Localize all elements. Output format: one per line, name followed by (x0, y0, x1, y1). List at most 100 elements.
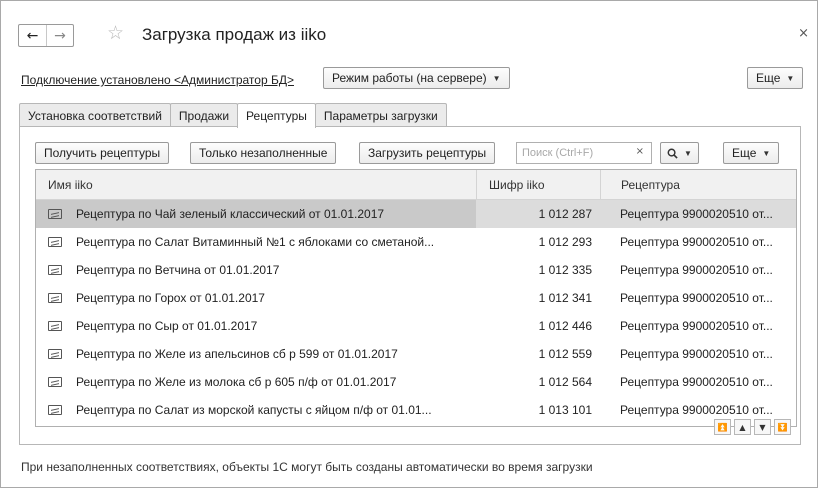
forward-button[interactable]: → (46, 25, 73, 46)
cell-iiko-code: 1 013 101 (538, 403, 592, 417)
cell-iiko-name: Рецептура по Горох от 01.01.2017 (36, 284, 476, 312)
table-more-button[interactable]: Еще ▼ (723, 142, 780, 164)
table-row[interactable]: Рецептура по Желе из апельсинов сб р 599… (36, 340, 796, 368)
table-more-label: Еще (732, 146, 757, 160)
column-header-iiko-name[interactable]: Имя iiko (36, 170, 476, 200)
navigation-buttons: ← → (18, 24, 74, 47)
get-recipes-label: Получить рецептуры (44, 146, 161, 160)
scroll-down-button[interactable]: ▼ (754, 419, 771, 435)
cell-iiko-code: 1 012 335 (538, 263, 592, 277)
search-field: × (516, 142, 652, 164)
chevron-down-icon: ▼ (684, 148, 692, 158)
only-unfilled-button[interactable]: Только незаполненные (190, 142, 337, 164)
arrow-right-icon: → (54, 27, 66, 44)
cell-recipe: Рецептура 9900020510 от... (620, 319, 773, 333)
scroll-down-icon: ▼ (759, 422, 766, 432)
footer-note: При незаполненных соответствиях, объекты… (21, 460, 593, 474)
tab-recipes[interactable]: Рецептуры (237, 103, 316, 128)
tab-load-params[interactable]: Параметры загрузки (314, 103, 447, 127)
cell-iiko-code: 1 012 293 (538, 235, 592, 249)
scroll-last-button[interactable]: ⏬ (774, 419, 791, 435)
load-recipes-label: Загрузить рецептуры (368, 146, 487, 160)
cell-text: Рецептура по Салат из морской капусты с … (76, 403, 432, 417)
tab-label: Параметры загрузки (323, 108, 438, 123)
tab-mappings[interactable]: Установка соответствий (19, 103, 171, 127)
arrow-left-icon: ← (26, 27, 39, 44)
table-row[interactable]: Рецептура по Сыр от 01.01.2017 1 012 446 Р… (36, 312, 796, 340)
recipe-icon (48, 209, 62, 219)
more-button[interactable]: Еще ▼ (747, 67, 804, 89)
clear-icon[interactable]: × (636, 146, 644, 157)
work-mode-label: Режим работы (на сервере) (332, 71, 487, 85)
cell-recipe: Рецептура 9900020510 от... (620, 291, 773, 305)
recipe-icon (48, 321, 62, 331)
cell-text: Рецептура по Сыр от 01.01.2017 (76, 319, 258, 333)
cell-text: Рецептура по Чай зеленый классический от… (76, 207, 385, 221)
table-row[interactable]: Рецептура по Салат Витаминный №1 с яблок… (36, 228, 796, 256)
table-row[interactable]: Рецептура по Салат из морской капусты с … (36, 396, 796, 424)
cell-iiko-code: 1 012 341 (538, 291, 592, 305)
scroll-first-button[interactable]: ⏫ (714, 419, 731, 435)
scroll-top-icon: ⏫ (717, 422, 728, 432)
cell-text: Рецептура по Салат Витаминный №1 с яблок… (76, 235, 435, 249)
cell-iiko-name: Рецептура по Чай зеленый классический от… (36, 200, 476, 228)
form-window: ← → ☆ Загрузка продаж из iiko × Подключе… (0, 0, 818, 488)
page-title: Загрузка продаж из iiko (142, 25, 327, 44)
close-icon[interactable]: × (798, 26, 809, 41)
cell-recipe: Рецептура 9900020510 от... (620, 347, 773, 361)
table-row[interactable]: Рецептура по Ветчина от 01.01.2017 1 012 … (36, 256, 796, 284)
cell-recipe: Рецептура 9900020510 от... (620, 263, 773, 277)
cell-recipe: Рецептура 9900020510 от... (620, 235, 773, 249)
scroll-up-icon: ▲ (739, 422, 746, 432)
recipe-icon (48, 237, 62, 247)
connection-status-link[interactable]: Подключение установлено <Администратор Б… (21, 73, 294, 87)
table-row[interactable]: Рецептура по Желе из молока сб р 605 п/ф… (36, 368, 796, 396)
cell-text: Рецептура по Горох от 01.01.2017 (76, 291, 265, 305)
recipe-icon (48, 405, 62, 415)
search-input[interactable] (522, 144, 632, 162)
cell-iiko-name: Рецептура по Сыр от 01.01.2017 (36, 312, 476, 340)
recipe-icon (48, 293, 62, 303)
search-icon (667, 148, 678, 159)
cell-text: Рецептура по Желе из апельсинов сб р 599… (76, 347, 398, 361)
cell-iiko-name: Рецептура по Ветчина от 01.01.2017 (36, 256, 476, 284)
column-header-recipe[interactable]: Рецептура (600, 170, 796, 200)
only-unfilled-label: Только незаполненные (199, 146, 328, 160)
cell-iiko-code: 1 012 446 (538, 319, 592, 333)
work-mode-button[interactable]: Режим работы (на сервере) ▼ (323, 67, 510, 89)
favorite-star-icon[interactable]: ☆ (107, 22, 124, 44)
more-label: Еще (756, 71, 781, 85)
table-row[interactable]: Рецептура по Чай зеленый классический от… (36, 200, 796, 228)
cell-text: Рецептура по Желе из молока сб р 605 п/ф… (76, 375, 397, 389)
cell-recipe: Рецептура 9900020510 от... (620, 207, 773, 221)
back-button[interactable]: ← (19, 25, 46, 46)
cell-iiko-code: 1 012 287 (538, 207, 592, 221)
recipe-icon (48, 349, 62, 359)
cell-iiko-name: Рецептура по Салат из морской капусты с … (36, 396, 476, 424)
table-row[interactable]: Рецептура по Горох от 01.01.2017 1 012 34… (36, 284, 796, 312)
get-recipes-button[interactable]: Получить рецептуры (35, 142, 170, 164)
cell-recipe: Рецептура 9900020510 от... (620, 375, 773, 389)
cell-iiko-name: Рецептура по Салат Витаминный №1 с яблок… (36, 228, 476, 256)
chevron-down-icon: ▼ (492, 73, 501, 83)
load-recipes-button[interactable]: Загрузить рецептуры (359, 142, 496, 164)
scroll-bottom-icon: ⏬ (777, 422, 788, 432)
recipe-icon (48, 377, 62, 387)
tab-label: Рецептуры (246, 109, 307, 123)
column-header-iiko-code[interactable]: Шифр iiko (476, 170, 600, 200)
cell-text: Рецептура по Ветчина от 01.01.2017 (76, 263, 280, 277)
tab-bar: Установка соответствий Продажи Рецептуры… (19, 103, 447, 128)
cell-iiko-name: Рецептура по Желе из апельсинов сб р 599… (36, 340, 476, 368)
recipes-table: Имя iiko Шифр iiko Рецептура Рецептура п… (35, 169, 797, 427)
tab-label: Продажи (178, 108, 230, 123)
cell-iiko-name: Рецептура по Желе из молока сб р 605 п/ф… (36, 368, 476, 396)
chevron-down-icon: ▼ (786, 73, 795, 83)
tab-label: Установка соответствий (28, 108, 162, 123)
tab-sales[interactable]: Продажи (169, 103, 239, 127)
scroll-up-button[interactable]: ▲ (734, 419, 751, 435)
search-button[interactable]: ▼ (660, 142, 699, 164)
chevron-down-icon: ▼ (762, 148, 771, 158)
table-header: Имя iiko Шифр iiko Рецептура (36, 170, 796, 200)
cell-iiko-code: 1 012 564 (538, 375, 592, 389)
recipe-icon (48, 265, 62, 275)
